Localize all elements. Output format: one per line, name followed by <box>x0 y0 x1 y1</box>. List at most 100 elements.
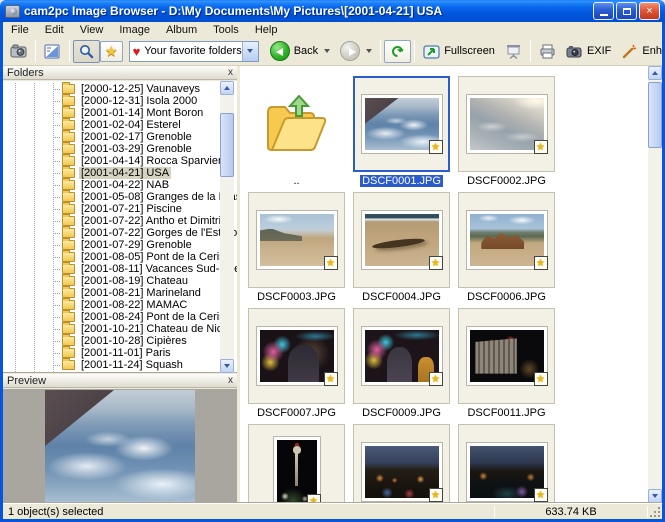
folder-icon <box>62 108 75 118</box>
folder-tree-item[interactable]: [2000-12-25] Vaunaveys <box>3 83 223 95</box>
forward-button[interactable] <box>335 38 377 64</box>
back-dropdown-chevron-icon[interactable] <box>324 49 330 53</box>
folder-tree-item[interactable]: [2001-08-19] Chateau <box>3 275 223 287</box>
print-button[interactable] <box>534 40 561 63</box>
thumbnail-frame: ★ <box>353 192 450 288</box>
forward-dropdown-chevron-icon[interactable] <box>366 49 372 53</box>
folder-tree-item[interactable]: [2001-02-04] Esterel <box>3 119 223 131</box>
thumbnail-item-DSCF0009.JPG[interactable]: ★ DSCF0009.JPG <box>353 308 450 420</box>
menu-item[interactable]: View <box>72 23 112 37</box>
favorite-folders-combo[interactable]: ♥ Your favorite folders <box>129 41 259 62</box>
folder-tree-item[interactable]: [2001-08-22] MAMAC <box>3 299 223 311</box>
folder-tree-item[interactable]: [2001-04-14] Rocca Sparviera <box>3 155 223 167</box>
back-arrow-icon <box>270 41 290 61</box>
thumbnail-frame: ★ <box>248 192 345 288</box>
favorites-mode-toggle[interactable]: ★ <box>100 41 123 62</box>
thumbnail-item-DSCF0006.JPG[interactable]: ★ DSCF0006.JPG <box>458 192 555 304</box>
thumbnail-item-DSCF0003.JPG[interactable]: ★ DSCF0003.JPG <box>248 192 345 304</box>
fullscreen-button[interactable]: Fullscreen <box>418 40 500 63</box>
folder-tree-item[interactable]: [2001-08-11] Vacances Sud-Ouest <box>3 263 223 275</box>
scroll-down-icon[interactable] <box>648 489 662 503</box>
enhance-button[interactable]: Enhance <box>616 40 662 63</box>
folder-label: [2001-04-14] Rocca Sparviera <box>79 155 230 167</box>
folder-tree-item[interactable]: [2001-11-24] Squash <box>3 359 223 371</box>
scroll-down-icon[interactable] <box>220 359 234 373</box>
folder-tree-item[interactable]: [2001-07-21] Piscine <box>3 203 223 215</box>
folder-tree-item[interactable]: [2001-08-21] Marineland <box>3 287 223 299</box>
photo-thumbnail: ★ <box>362 95 442 153</box>
photo-thumbnail: ★ <box>467 327 547 385</box>
menu-item[interactable]: Image <box>111 23 158 37</box>
folder-tree-item[interactable]: [2000-12-31] Isola 2000 <box>3 95 223 107</box>
scroll-up-icon[interactable] <box>220 81 234 95</box>
maximize-button[interactable] <box>616 2 637 20</box>
photo-thumbnail: ★ <box>362 327 442 385</box>
refresh-button[interactable] <box>384 40 411 63</box>
back-button[interactable]: Back <box>265 38 335 64</box>
folders-panel-header: Folders x <box>3 66 237 80</box>
folder-tree-item[interactable]: [2001-08-05] Pont de la Cerise <box>3 251 223 263</box>
up-folder-label: .. <box>291 175 301 187</box>
menu-item[interactable]: Help <box>247 23 286 37</box>
thumbnail-item-tower1[interactable]: ★ <box>248 424 345 503</box>
browse-mode-toggle[interactable] <box>73 40 100 63</box>
combo-value: Your favorite folders <box>144 45 241 57</box>
folder-tree-item[interactable]: [2001-07-22] Gorges de l'Esteron <box>3 227 223 239</box>
exif-button[interactable]: EXIF <box>561 40 616 63</box>
thumbnail-item-DSCF0011.JPG[interactable]: ★ DSCF0011.JPG <box>458 308 555 420</box>
scroll-up-icon[interactable] <box>648 66 662 80</box>
folder-tree-item[interactable]: [2001-10-28] Cipières <box>3 335 223 347</box>
thumbnails-scrollbar-thumb[interactable] <box>648 82 662 148</box>
folder-tree-item[interactable]: [2001-07-22] Antho et Dimitri <box>3 215 223 227</box>
folder-label: [2001-10-28] Cipières <box>79 335 189 347</box>
favorite-star-badge: ★ <box>534 488 548 502</box>
folder-tree-item[interactable]: [2001-01-14] Mont Boron <box>3 107 223 119</box>
menu-item[interactable]: Album <box>158 23 205 37</box>
folder-icon <box>62 192 75 202</box>
thumbnail-item-dusk1[interactable]: ★ <box>353 424 450 503</box>
tree-scrollbar[interactable] <box>220 81 234 373</box>
folder-tree-item[interactable]: [2001-02-17] Grenoble <box>3 131 223 143</box>
folder-label: [2001-07-22] Antho et Dimitri <box>79 215 223 227</box>
thumbnails-scrollbar[interactable] <box>648 66 662 503</box>
folder-tree-item[interactable]: [2001-07-29] Grenoble <box>3 239 223 251</box>
selection-status: 1 object(s) selected <box>3 506 494 518</box>
folder-icon <box>62 348 75 358</box>
thumbnail-item-DSCF0004.JPG[interactable]: ★ DSCF0004.JPG <box>353 192 450 304</box>
favorite-star-badge: ★ <box>429 372 443 386</box>
menu-item[interactable]: Tools <box>205 23 247 37</box>
thumbnail-item-dusk2[interactable]: ★ <box>458 424 555 503</box>
folder-icon <box>62 156 75 166</box>
menu-item[interactable]: File <box>3 23 37 37</box>
title-bar: cam2pc Image Browser - D:\My Documents\M… <box>0 0 665 22</box>
camera-download-button[interactable] <box>5 40 32 63</box>
folder-tree-item[interactable]: [2001-10-21] Chateau de Nice <box>3 323 223 335</box>
folder-tree-item[interactable]: [2001-04-22] NAB <box>3 179 223 191</box>
folder-tree-item[interactable]: [2001-04-21] USA <box>3 167 223 179</box>
resize-grip[interactable] <box>648 505 662 519</box>
tree-scrollbar-thumb[interactable] <box>220 113 234 177</box>
folder-tree-item[interactable]: [2001-03-29] Grenoble <box>3 143 223 155</box>
toolbar: ★ ♥ Your favorite folders Back Fullscree… <box>3 37 662 66</box>
thumbnail-item-DSCF0002.JPG[interactable]: ★ DSCF0002.JPG <box>458 76 555 188</box>
minimize-button[interactable] <box>593 2 614 20</box>
menu-item[interactable]: Edit <box>37 23 72 37</box>
size-status: 633.74 KB <box>495 506 647 518</box>
thumbnail-item-DSCF0001.JPG[interactable]: ★ DSCF0001.JPG <box>353 76 450 188</box>
combo-dropdown-button[interactable] <box>242 42 258 61</box>
folder-tree-item[interactable]: [2001-08-24] Pont de la Cerise <box>3 311 223 323</box>
parent-folder-item[interactable]: .. <box>248 76 345 188</box>
viewer-button[interactable] <box>39 40 66 63</box>
folder-icon <box>62 360 75 370</box>
close-button[interactable]: × <box>639 2 660 20</box>
folder-label: [2001-11-24] Squash <box>79 359 185 371</box>
thumbnail-item-DSCF0007.JPG[interactable]: ★ DSCF0007.JPG <box>248 308 345 420</box>
preview-close-icon[interactable]: x <box>228 376 233 386</box>
slideshow-button[interactable] <box>500 40 527 63</box>
folder-up-icon <box>264 95 330 153</box>
folder-tree-item[interactable]: [2001-05-08] Granges de la Brasque <box>3 191 223 203</box>
folders-close-icon[interactable]: x <box>228 68 233 78</box>
photo-thumbnail: ★ <box>467 443 547 501</box>
folder-icon <box>62 180 75 190</box>
folder-tree-item[interactable]: [2001-11-01] Paris <box>3 347 223 359</box>
